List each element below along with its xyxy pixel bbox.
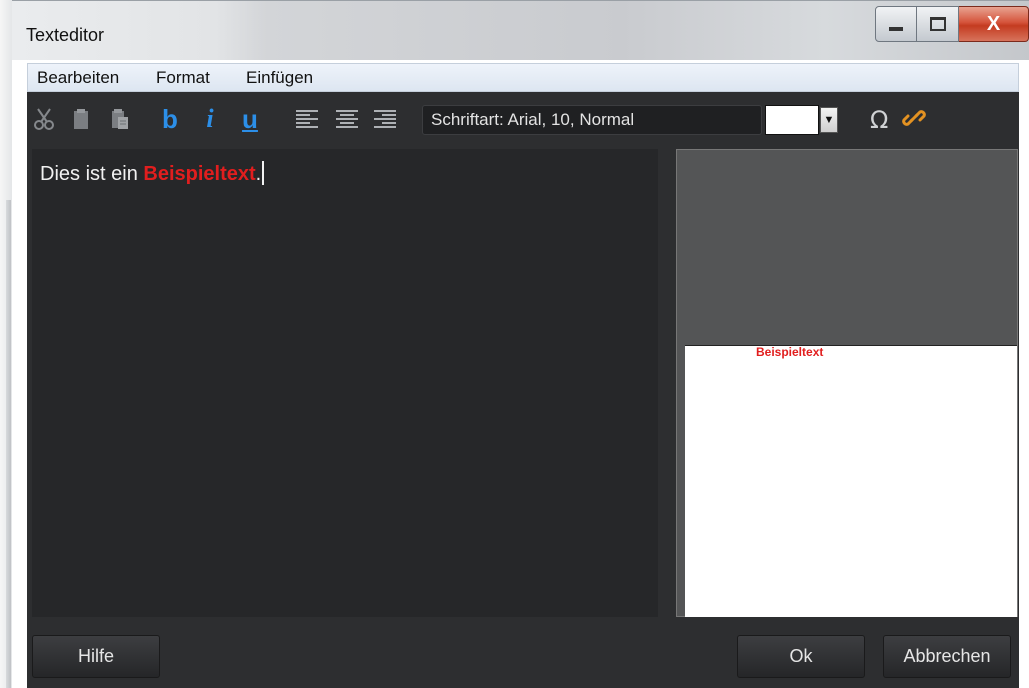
window-controls: X: [875, 6, 1029, 42]
title-bar[interactable]: Texteditor X: [12, 0, 1029, 60]
chevron-down-icon: ▼: [823, 114, 835, 126]
editor-text-highlight: Beispieltext: [143, 163, 256, 185]
menu-bearbeiten[interactable]: Bearbeiten: [37, 68, 119, 88]
special-character-button[interactable]: Ω: [870, 106, 888, 134]
align-left-icon: [296, 110, 318, 128]
copy-icon[interactable]: [71, 106, 91, 132]
preview-page: Beispieltext: [685, 345, 1017, 617]
maximize-icon: [929, 17, 946, 31]
italic-button[interactable]: i: [203, 104, 217, 133]
close-button[interactable]: X: [959, 6, 1029, 42]
align-center-button[interactable]: [335, 106, 359, 132]
minimize-icon: [889, 27, 903, 31]
editor-text-plain: Dies ist ein: [40, 163, 144, 185]
maximize-button[interactable]: [917, 6, 959, 42]
help-button[interactable]: Hilfe: [32, 635, 160, 678]
close-icon: X: [986, 12, 1001, 35]
menu-format[interactable]: Format: [156, 68, 210, 88]
menu-einfuegen[interactable]: Einfügen: [246, 68, 313, 88]
underline-icon: u: [242, 103, 258, 134]
texteditor-window: Texteditor X Bearbeiten Format Einfügen …: [0, 0, 1029, 688]
color-swatch[interactable]: [765, 105, 819, 135]
link-icon: [902, 110, 926, 126]
menu-bar: Bearbeiten Format Einfügen: [27, 63, 1019, 92]
window-frame: [0, 0, 12, 688]
color-dropdown-button[interactable]: ▼: [820, 107, 838, 133]
align-right-icon: [374, 110, 396, 128]
preview-panel: Beispieltext: [676, 149, 1018, 617]
bold-button[interactable]: b: [161, 103, 179, 134]
text-caret: [262, 161, 265, 185]
bold-icon: b: [162, 103, 178, 134]
window-title: Texteditor: [26, 25, 105, 45]
scissors-icon[interactable]: [31, 106, 57, 132]
editor-content[interactable]: Dies ist ein Beispieltext.: [40, 161, 265, 186]
editor-text-end: .: [255, 163, 262, 185]
align-right-button[interactable]: [373, 106, 397, 132]
cancel-button[interactable]: Abbrechen: [883, 635, 1011, 678]
insert-link-button[interactable]: [902, 106, 926, 136]
minimize-button[interactable]: [875, 6, 917, 42]
align-left-button[interactable]: [295, 106, 319, 132]
align-center-icon: [336, 110, 358, 128]
omega-icon: Ω: [870, 106, 889, 134]
preview-text: Beispieltext: [756, 345, 824, 359]
paste-icon[interactable]: [109, 106, 131, 132]
text-editor-area[interactable]: Dies ist ein Beispieltext.: [32, 149, 658, 617]
ok-button[interactable]: Ok: [737, 635, 865, 678]
italic-icon: i: [206, 104, 214, 133]
underline-button[interactable]: u: [241, 103, 259, 134]
editor-body: b i u Schriftart: Arial, 10, Normal ▼ Ω …: [27, 92, 1019, 688]
font-selector[interactable]: Schriftart: Arial, 10, Normal: [422, 105, 762, 135]
